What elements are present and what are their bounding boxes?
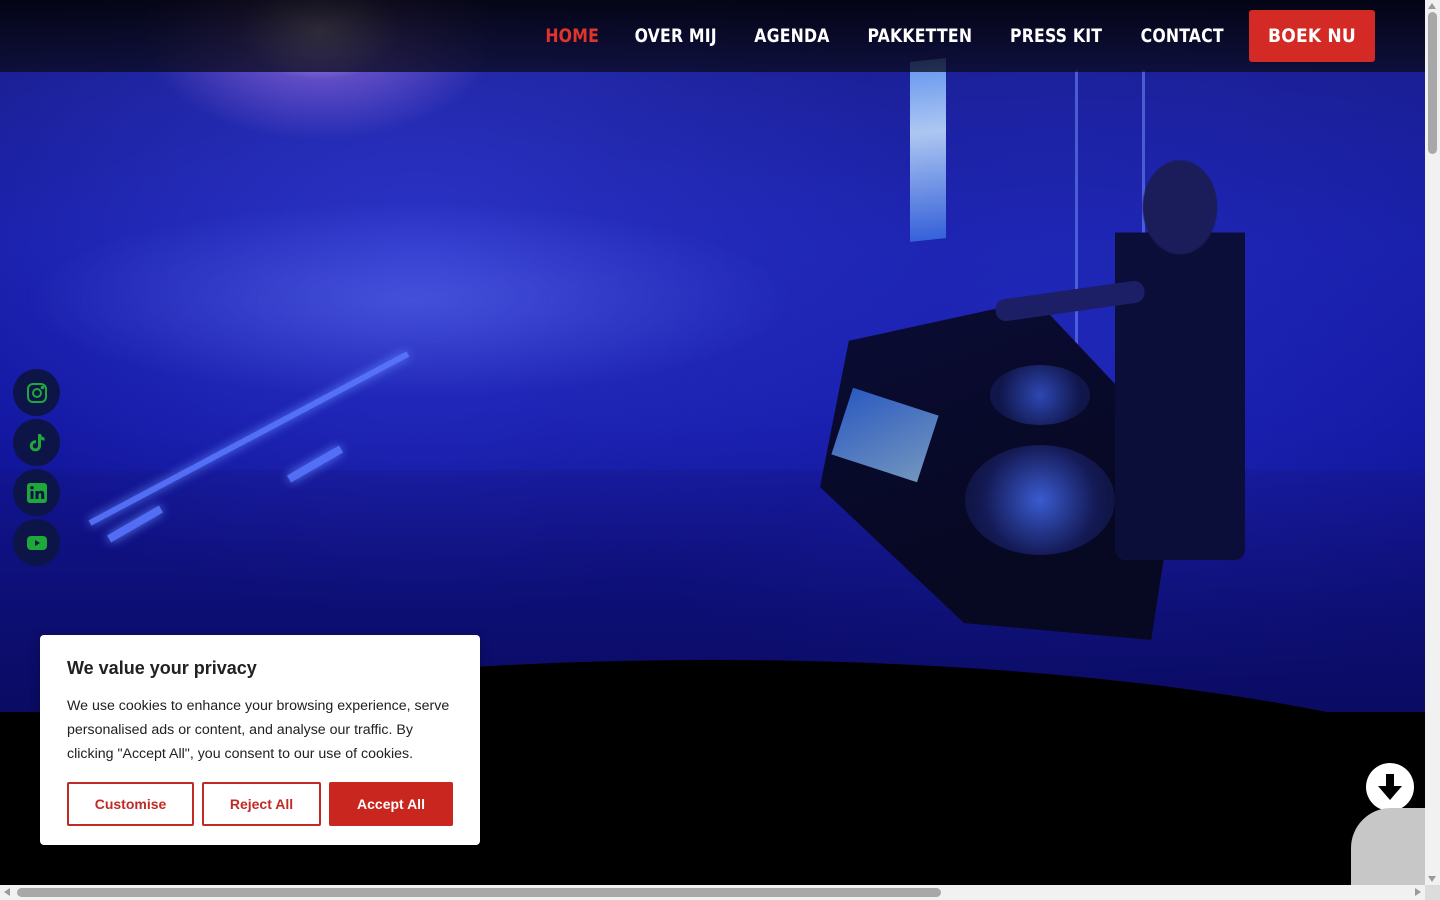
scroll-left-arrow[interactable] (4, 888, 10, 896)
vertical-scrollbar[interactable] (1425, 0, 1440, 885)
hero-image (0, 0, 1425, 712)
instagram-link[interactable] (13, 369, 60, 416)
cookie-buttons: Customise Reject All Accept All (67, 782, 453, 826)
customise-button[interactable]: Customise (67, 782, 194, 826)
horizontal-scroll-thumb[interactable] (17, 888, 941, 897)
tiktok-icon (29, 433, 45, 451)
instagram-icon (26, 382, 47, 403)
scroll-down-arrow[interactable] (1428, 876, 1436, 882)
nav-agenda[interactable]: AGENDA (754, 25, 829, 47)
social-sidebar (13, 369, 60, 569)
scrollbar-corner (1425, 885, 1440, 900)
linkedin-icon (26, 482, 47, 503)
led-screen (910, 58, 946, 242)
linkedin-link[interactable] (13, 469, 60, 516)
dj-jogwheel (965, 445, 1115, 555)
nav-over-mij[interactable]: OVER MIJ (635, 25, 717, 47)
accept-all-button[interactable]: Accept All (329, 782, 453, 826)
chat-widget[interactable] (1351, 808, 1425, 888)
scroll-down-button[interactable] (1366, 763, 1414, 811)
main-nav: HOME OVER MIJ AGENDA PAKKETTEN PRESS KIT… (513, 0, 1375, 72)
dj-jogwheel (990, 365, 1090, 425)
tiktok-link[interactable] (13, 419, 60, 466)
scroll-right-arrow[interactable] (1415, 888, 1421, 896)
cookie-description: We use cookies to enhance your browsing … (67, 698, 450, 762)
nav-press-kit[interactable]: PRESS KIT (1010, 25, 1102, 47)
youtube-link[interactable] (13, 519, 60, 566)
nav-home[interactable]: HOME (545, 25, 599, 47)
book-now-button[interactable]: BOEK NU (1248, 10, 1375, 62)
nav-pakketten[interactable]: PAKKETTEN (867, 25, 972, 47)
scroll-up-arrow[interactable] (1428, 3, 1436, 9)
reject-all-button[interactable]: Reject All (202, 782, 321, 826)
nav-contact[interactable]: CONTACT (1140, 25, 1223, 47)
crowd (20, 200, 800, 400)
youtube-icon (26, 535, 47, 550)
vertical-scroll-thumb[interactable] (1428, 12, 1437, 154)
site-header: HOME OVER MIJ AGENDA PAKKETTEN PRESS KIT… (0, 0, 1425, 72)
horizontal-scrollbar[interactable] (0, 885, 1425, 900)
cookie-consent-card: We value your privacy We use cookies to … (40, 635, 480, 845)
cookie-title: We value your privacy (67, 658, 257, 678)
arrow-down-icon (1378, 774, 1402, 800)
dj-person (1115, 140, 1245, 560)
